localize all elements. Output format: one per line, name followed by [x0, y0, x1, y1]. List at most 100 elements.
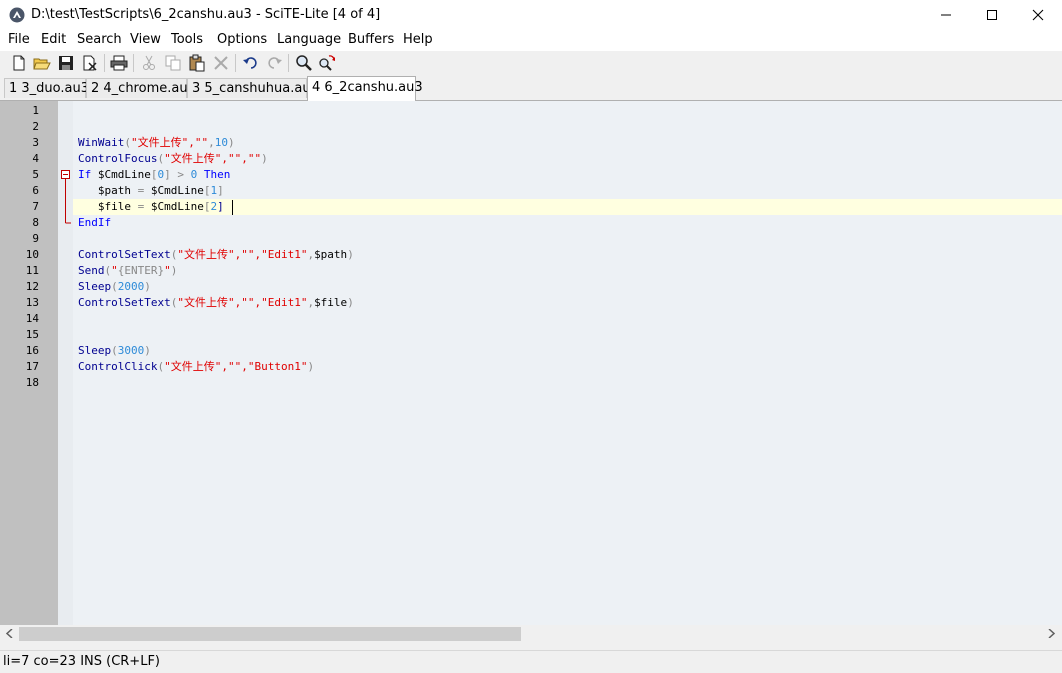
minimize-button[interactable]	[923, 0, 969, 31]
scrollbar-thumb[interactable]	[19, 627, 521, 641]
code-token: EndIf	[78, 216, 112, 229]
code-token: Send	[78, 264, 105, 277]
replace-button[interactable]	[318, 54, 336, 72]
find-button[interactable]	[295, 54, 313, 72]
fold-margin[interactable]	[58, 101, 73, 625]
maximize-icon	[987, 10, 997, 20]
open-button[interactable]	[33, 54, 51, 72]
code-line: Sleep(2000)	[78, 279, 151, 295]
undo-button[interactable]	[242, 54, 260, 72]
text-caret	[232, 200, 233, 215]
menu-file[interactable]: File	[8, 32, 30, 47]
menu-language[interactable]: Language	[277, 32, 341, 47]
paste-button[interactable]	[188, 54, 206, 72]
line-number: 1	[32, 104, 39, 117]
code-line: WinWait("文件上传","",10)	[78, 135, 235, 151]
line-number: 15	[25, 328, 39, 341]
paste-icon	[189, 54, 205, 72]
menu-help[interactable]: Help	[403, 32, 433, 47]
code-token: ControlClick	[78, 360, 158, 373]
save-icon	[59, 56, 73, 70]
code-token: "文件上传","",""	[164, 152, 262, 165]
code-token: $path	[314, 248, 348, 261]
new-file-icon	[13, 55, 25, 71]
close-button[interactable]	[1015, 0, 1061, 31]
code-token: "文件上传","","Edit1"	[177, 248, 308, 261]
cut-icon	[143, 55, 155, 70]
line-number: 3	[32, 136, 39, 149]
code-token: $CmdLine	[144, 184, 204, 197]
menu-options[interactable]: Options	[217, 32, 267, 47]
code-token: ControlSetText	[78, 248, 171, 261]
code-line: Sleep(3000)	[78, 343, 151, 359]
code-token: )	[144, 280, 151, 293]
code-token: Sleep	[78, 280, 112, 293]
code-token: )	[347, 248, 354, 261]
code-token: ]	[217, 184, 224, 197]
code-token: ]	[217, 200, 224, 213]
scite-icon	[9, 7, 25, 23]
maximize-button[interactable]	[969, 0, 1015, 31]
replace-icon	[319, 55, 335, 71]
code-line: ControlFocus("文件上传","","")	[78, 151, 268, 167]
redo-icon	[268, 57, 282, 69]
close-file-icon	[83, 55, 97, 71]
toolbar-separator	[104, 54, 105, 72]
code-token: 2000	[117, 280, 145, 293]
title-bar: D:\test\TestScripts\6_2canshu.au3 - SciT…	[0, 0, 1062, 31]
close-file-button[interactable]	[81, 54, 99, 72]
scroll-left-icon[interactable]	[6, 629, 13, 638]
redo-button[interactable]	[265, 54, 283, 72]
tab-3-duo[interactable]: 1 3_duo.au3	[4, 78, 89, 98]
menu-view[interactable]: View	[130, 32, 161, 47]
tab-4-chrome[interactable]: 2 4_chrome.au3	[86, 78, 196, 98]
code-token: ControlSetText	[78, 296, 171, 309]
cut-button[interactable]	[140, 54, 158, 72]
menu-buffers[interactable]: Buffers	[348, 32, 394, 47]
menu-edit[interactable]: Edit	[41, 32, 66, 47]
undo-icon	[243, 57, 257, 69]
scroll-right-icon[interactable]	[1048, 629, 1055, 638]
menu-search[interactable]: Search	[77, 32, 122, 47]
fold-marker[interactable]	[58, 101, 73, 241]
tab-5-canshuhua[interactable]: 3 5_canshuhua.au3	[187, 78, 319, 98]
code-line: ControlSetText("文件上传","","Edit1",$file)	[78, 295, 354, 311]
find-icon	[296, 55, 312, 71]
code-token: (	[111, 280, 118, 293]
print-button[interactable]	[110, 54, 128, 72]
code-token: )	[307, 360, 315, 373]
code-token: )	[144, 344, 151, 357]
close-icon	[1032, 9, 1044, 21]
status-text: li=7 co=23 INS (CR+LF)	[3, 654, 160, 669]
window-title: D:\test\TestScripts\6_2canshu.au3 - SciT…	[31, 7, 381, 22]
code-line: ControlClick("文件上传","","Button1")	[78, 359, 314, 375]
code-token: $file	[78, 200, 138, 213]
save-button[interactable]	[57, 54, 75, 72]
menu-tools[interactable]: Tools	[171, 32, 203, 47]
code-token: "	[111, 264, 118, 277]
code-line: EndIf	[78, 215, 111, 231]
code-line: $file = $CmdLine[2]	[78, 199, 224, 215]
code-token: (	[111, 344, 118, 357]
print-icon	[110, 55, 128, 71]
line-number: 9	[32, 232, 39, 245]
code-token: )	[261, 152, 268, 165]
menu-bar: File Edit Search View Tools Options Lang…	[0, 31, 1062, 51]
code-token: "文件上传",""	[130, 136, 209, 149]
horizontal-scrollbar[interactable]	[0, 625, 1062, 643]
line-number: 13	[25, 296, 39, 309]
buffer-tabs: 1 3_duo.au3 2 4_chrome.au3 3 5_canshuhua…	[0, 76, 1062, 101]
line-number: 6	[32, 184, 39, 197]
new-file-button[interactable]	[10, 54, 28, 72]
code-token: ControlFocus	[78, 152, 158, 165]
line-number: 17	[25, 360, 39, 373]
code-token: )	[170, 264, 178, 277]
tab-6-2canshu[interactable]: 4 6_2canshu.au3	[307, 76, 423, 101]
code-editor[interactable]: 1 2 3 4 5 6 7 8 9 10 11 12 13 14 15 16 17 18 WinWait("文件上…	[0, 101, 1062, 625]
code-line: ControlSetText("文件上传","","Edit1",$path)	[78, 247, 354, 263]
delete-button[interactable]	[212, 54, 230, 72]
code-token: )	[347, 296, 354, 309]
toolbar-separator	[235, 54, 236, 72]
copy-button[interactable]	[164, 54, 182, 72]
